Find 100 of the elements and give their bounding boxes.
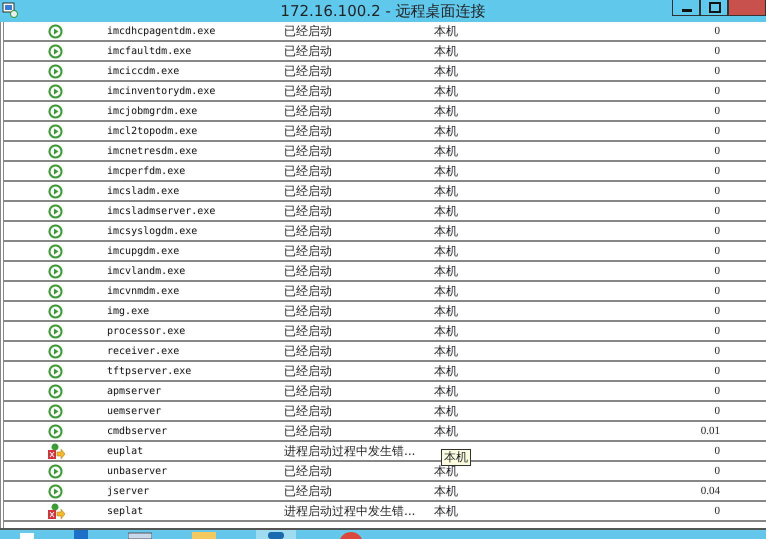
process-value: 0 xyxy=(714,204,720,217)
play-icon xyxy=(48,224,63,238)
process-status: 已经启动 xyxy=(284,204,332,218)
process-status: 已经启动 xyxy=(284,384,332,398)
process-value: 0 xyxy=(714,84,720,97)
process-value: 0 xyxy=(714,244,720,257)
play-icon xyxy=(48,24,63,38)
process-name: jserver xyxy=(107,486,150,496)
process-name: imcfaultdm.exe xyxy=(107,46,192,56)
minimize-button[interactable] xyxy=(672,0,700,16)
process-location: 本机 xyxy=(434,404,458,418)
process-status: 已经启动 xyxy=(284,344,332,358)
process-location: 本机 xyxy=(434,304,458,318)
process-location: 本机 xyxy=(434,364,458,378)
process-name: euplat xyxy=(107,446,144,456)
play-icon xyxy=(48,304,63,318)
process-value: 0 xyxy=(714,504,720,517)
process-location: 本机 xyxy=(434,284,458,298)
play-icon xyxy=(48,164,63,178)
play-icon xyxy=(48,284,63,298)
process-status: 已经启动 xyxy=(284,284,332,298)
play-icon xyxy=(48,264,63,278)
process-name: imcsyslogdm.exe xyxy=(107,226,198,236)
process-location: 本机 xyxy=(434,344,458,358)
process-status: 已经启动 xyxy=(284,104,332,118)
play-icon xyxy=(48,464,63,478)
play-icon xyxy=(48,204,63,218)
play-icon xyxy=(48,104,63,118)
process-name: imcinventorydm.exe xyxy=(107,86,216,96)
process-value: 0.01 xyxy=(700,424,720,437)
remote-desktop-icon xyxy=(2,2,18,18)
process-status: 已经启动 xyxy=(284,124,332,138)
process-value: 0 xyxy=(714,24,720,37)
process-value: 0 xyxy=(714,264,720,277)
process-name: tftpserver.exe xyxy=(107,366,192,376)
process-location: 本机 xyxy=(434,164,458,178)
process-value: 0 xyxy=(714,444,720,457)
process-value: 0 xyxy=(714,324,720,337)
process-location: 本机 xyxy=(434,104,458,118)
process-location: 本机 xyxy=(434,64,458,78)
maximize-button[interactable] xyxy=(700,0,728,16)
play-icon xyxy=(48,344,63,358)
process-name: imcjobmgrdm.exe xyxy=(107,106,198,116)
process-status: 已经启动 xyxy=(284,164,332,178)
process-location: 本机 xyxy=(434,224,458,238)
play-icon xyxy=(48,364,63,378)
play-icon xyxy=(48,64,63,78)
process-value: 0 xyxy=(714,364,720,377)
process-status: 已经启动 xyxy=(284,224,332,238)
process-location: 本机 xyxy=(434,244,458,258)
minimize-icon xyxy=(682,9,692,12)
process-name: imcvlandm.exe xyxy=(107,266,186,276)
process-value: 0 xyxy=(714,284,720,297)
process-value: 0 xyxy=(714,384,720,397)
process-location: 本机 xyxy=(434,464,458,478)
process-location: 本机 xyxy=(434,484,458,498)
process-location: 本机 xyxy=(434,324,458,338)
process-status: 已经启动 xyxy=(284,84,332,98)
process-status: 已经启动 xyxy=(284,464,332,478)
play-icon xyxy=(48,144,63,158)
process-value: 0 xyxy=(714,344,720,357)
process-name: unbaserver xyxy=(107,466,168,476)
process-value: 0 xyxy=(714,44,720,57)
process-location: 本机 xyxy=(434,44,458,58)
process-status: 已经启动 xyxy=(284,484,332,498)
error-icon xyxy=(46,502,64,520)
process-location: 本机 xyxy=(434,264,458,278)
process-status: 已经启动 xyxy=(284,184,332,198)
process-value: 0 xyxy=(714,184,720,197)
process-location: 本机 xyxy=(434,184,458,198)
process-name: imcdhcpagentdm.exe xyxy=(107,26,216,36)
process-name: imcsladm.exe xyxy=(107,186,180,196)
play-icon xyxy=(48,384,63,398)
process-name: imcsladmserver.exe xyxy=(107,206,216,216)
process-status: 已经启动 xyxy=(284,324,332,338)
maximize-icon xyxy=(709,2,721,13)
process-name: img.exe xyxy=(107,306,150,316)
play-icon xyxy=(48,324,63,338)
process-location: 本机 xyxy=(434,24,458,38)
process-name: imciccdm.exe xyxy=(107,66,180,76)
process-location: 本机 xyxy=(434,204,458,218)
process-location: 本机 xyxy=(434,504,458,518)
window-title: 172.16.100.2 - 远程桌面连接 xyxy=(279,1,487,22)
process-location: 本机 xyxy=(434,384,458,398)
process-status: 已经启动 xyxy=(284,24,332,38)
process-value: 0 xyxy=(714,64,720,77)
process-name: imcnetresdm.exe xyxy=(107,146,198,156)
process-name: apmserver xyxy=(107,386,162,396)
process-name: uemserver xyxy=(107,406,162,416)
process-status: 已经启动 xyxy=(284,304,332,318)
play-icon xyxy=(48,84,63,98)
play-icon xyxy=(48,184,63,198)
tooltip: 本机 xyxy=(441,449,471,466)
process-status: 已经启动 xyxy=(284,424,332,438)
process-name: imcl2topodm.exe xyxy=(107,126,198,136)
process-value: 0 xyxy=(714,104,720,117)
process-value: 0 xyxy=(714,124,720,137)
process-value: 0.04 xyxy=(700,484,720,497)
process-value: 0 xyxy=(714,224,720,237)
process-value: 0 xyxy=(714,464,720,477)
